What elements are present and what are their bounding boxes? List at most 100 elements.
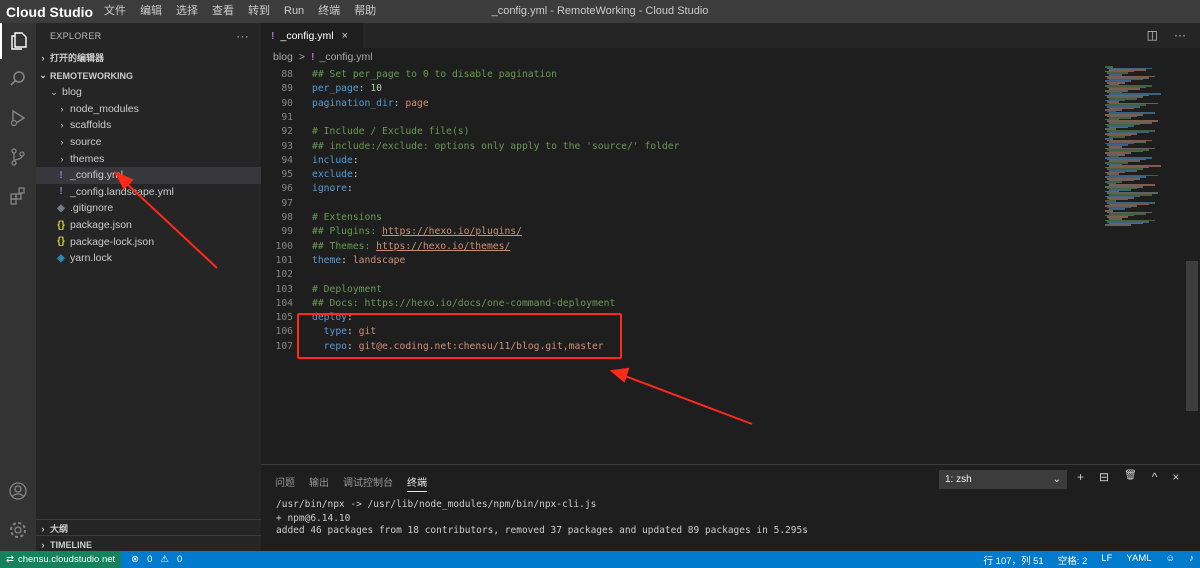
code-token: pagination_dir	[312, 97, 394, 109]
code-text: ## Docs: https://hexo.io/docs/one-comman…	[312, 297, 615, 311]
tree-folder-node-modules[interactable]: › node_modules	[36, 101, 261, 118]
line-number: 90	[281, 97, 293, 109]
tree-item-label: _config.yml	[70, 169, 124, 182]
split-editor-icon[interactable]: ◫	[1147, 28, 1158, 42]
tree-item-label: themes	[70, 152, 105, 165]
language-mode[interactable]: YAML	[1126, 553, 1151, 567]
line-number: 103	[275, 283, 294, 295]
account-icon[interactable]	[0, 473, 36, 509]
tree-folder-source[interactable]: › source	[36, 134, 261, 151]
tree-item-label: package.json	[70, 219, 132, 232]
new-terminal-icon[interactable]: +	[1077, 470, 1084, 484]
tree-folder-scaffolds[interactable]: › scaffolds	[36, 117, 261, 134]
error-count: 0	[147, 554, 153, 565]
breadcrumb-file[interactable]: _config.yml	[320, 51, 373, 63]
terminal-select[interactable]: 1: zsh ⌄	[939, 470, 1067, 489]
menu-go[interactable]: 转到	[241, 0, 277, 23]
split-terminal-icon[interactable]: ⊟	[1099, 470, 1109, 484]
terminal-line: + npm@6.14.10	[276, 513, 351, 524]
remote-indicator[interactable]: ⇄ chensu.cloudstudio.net	[0, 551, 122, 568]
bell-icon[interactable]: ♪	[1189, 553, 1194, 567]
open-editors-label: 打开的编辑器	[50, 53, 105, 63]
run-debug-icon[interactable]	[0, 100, 36, 136]
tree-folder-themes[interactable]: › themes	[36, 150, 261, 167]
code-token: :	[341, 254, 353, 266]
tree-item-label: package-lock.json	[70, 235, 155, 248]
more-actions-icon[interactable]: ···	[1174, 28, 1186, 42]
line-number: 92	[281, 126, 293, 138]
end-of-line[interactable]: LF	[1101, 553, 1112, 567]
yaml-file-icon: !	[59, 169, 63, 181]
tree-file-config-yml[interactable]: ! _config.yml	[36, 166, 261, 184]
tree-item-label: scaffolds	[70, 119, 112, 132]
code-token: ## Docs: https://hexo.io/docs/one-comman…	[312, 297, 616, 309]
breadcrumb-folder[interactable]: blog	[273, 51, 293, 63]
trash-icon[interactable]: 🗑	[1124, 470, 1137, 484]
menu-file[interactable]: 文件	[97, 0, 133, 23]
extensions-icon[interactable]	[0, 178, 36, 214]
tab-output[interactable]: 输出	[309, 474, 329, 492]
settings-gear-icon[interactable]	[0, 512, 36, 548]
close-panel-icon[interactable]: ×	[1172, 470, 1179, 484]
tab-debug-console[interactable]: 调试控制台	[343, 474, 393, 492]
tree-file-yarn-lock[interactable]: ◈ yarn.lock	[36, 250, 261, 267]
tree-file-package-json[interactable]: {} package.json	[36, 217, 261, 234]
minimap[interactable]	[1105, 66, 1185, 236]
search-icon[interactable]	[0, 61, 36, 97]
more-actions-icon[interactable]: ···	[236, 29, 249, 43]
menu-run[interactable]: Run	[277, 0, 311, 23]
code-token: # Include / Exclude file(s)	[312, 126, 470, 138]
menu-view[interactable]: 查看	[205, 0, 241, 23]
tab-terminal[interactable]: 终端	[407, 474, 427, 492]
tree-file-config-landscape-yml[interactable]: ! _config.landscape.yml	[36, 184, 261, 201]
line-number: 106	[275, 326, 294, 338]
workspace-label: REMOTEWORKING	[50, 70, 133, 81]
tree-file-package-lock-json[interactable]: {} package-lock.json	[36, 233, 261, 250]
tree-folder-blog[interactable]: ⌄ blog	[36, 84, 261, 101]
code-token: page	[405, 97, 429, 109]
explorer-header: EXPLORER ···	[36, 23, 261, 49]
code-token: https://hexo.io/plugins/	[382, 226, 522, 238]
indentation[interactable]: 空格: 2	[1058, 553, 1088, 567]
warning-count: 0	[176, 554, 183, 565]
menu-terminal[interactable]: 终端	[311, 0, 347, 23]
editor-scrollbar[interactable]	[1186, 261, 1198, 411]
code-text: # Include / Exclude file(s)	[312, 125, 469, 139]
code-token: :	[358, 83, 371, 95]
source-control-icon[interactable]	[0, 139, 36, 175]
code-text: ## Set per_page to 0 to disable paginati…	[312, 68, 557, 82]
code-editor[interactable]: 88 ## Set per_page to 0 to disable pagina…	[261, 66, 1200, 464]
tab-config-yml[interactable]: ! _config.yml ×	[261, 23, 363, 48]
cursor-position[interactable]: 行 107，列 51	[984, 553, 1044, 567]
code-token: ## Themes:	[312, 240, 377, 252]
warning-icon: ⚠	[160, 554, 169, 565]
line-number: 89	[281, 83, 293, 95]
code-text: # Extensions	[312, 211, 382, 225]
tree-item-label: _config.landscape.yml	[70, 185, 174, 198]
tab-problems[interactable]: 问题	[275, 474, 295, 492]
code-token: exclude	[312, 169, 353, 181]
workspace-section[interactable]: ⌄ REMOTEWORKING	[36, 67, 261, 84]
chevron-down-icon: ⌄	[1052, 474, 1061, 485]
menu-edit[interactable]: 编辑	[133, 0, 169, 23]
code-text: ## Plugins: https://hexo.io/plugins/	[312, 225, 522, 239]
menu-help[interactable]: 帮助	[347, 0, 383, 23]
chevron-right-icon: ›	[60, 103, 64, 114]
code-token: ignore	[312, 183, 347, 195]
line-number: 98	[281, 212, 293, 223]
line-number: 107	[275, 340, 294, 352]
menu-selection[interactable]: 选择	[169, 0, 205, 23]
maximize-panel-icon[interactable]: ^	[1152, 470, 1158, 484]
explorer-icon[interactable]	[0, 23, 36, 59]
feedback-icon[interactable]: ☺	[1166, 553, 1176, 567]
editor-tabs: ! _config.yml × ◫ ···	[261, 23, 1200, 48]
breadcrumb: blog > ! _config.yml	[261, 48, 1200, 66]
status-bar: ⇄ chensu.cloudstudio.net ⊗ 0 ⚠ 0 行 107，列 5…	[0, 551, 1200, 568]
tree-file-gitignore[interactable]: ◆ .gitignore	[36, 200, 261, 217]
problems-indicator[interactable]: ⊗ 0 ⚠ 0	[131, 554, 182, 565]
code-text: per_page: 10	[312, 82, 382, 96]
open-editors-section[interactable]: › 打开的编辑器	[36, 49, 261, 66]
line-number: 102	[275, 269, 294, 281]
close-icon[interactable]: ×	[342, 30, 348, 42]
remote-icon: ⇄	[6, 554, 14, 565]
